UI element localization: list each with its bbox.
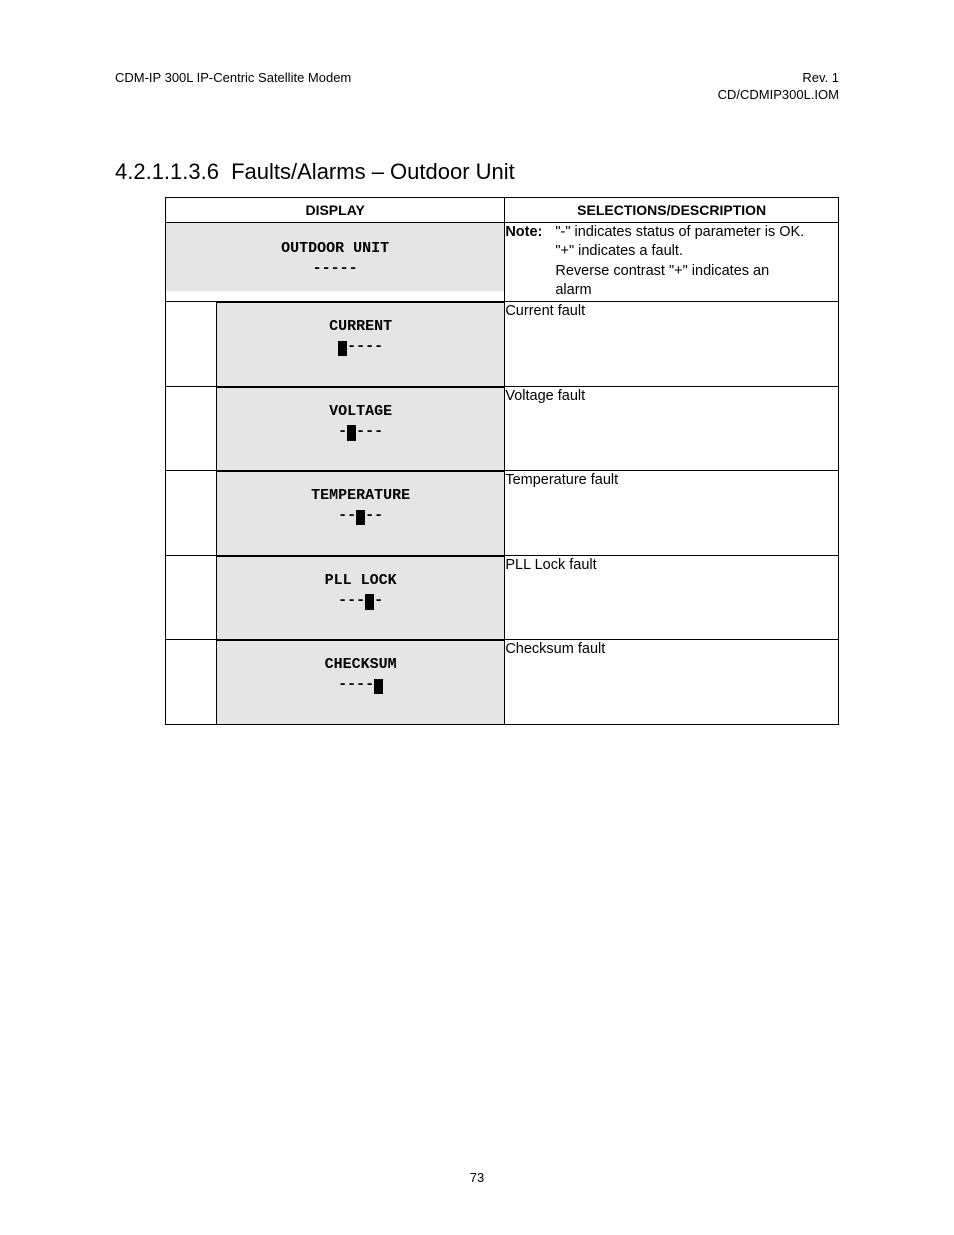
- cursor-icon: [356, 510, 365, 526]
- table-row: CHECKSUM ----: [166, 640, 505, 725]
- indent-spacer: [166, 302, 217, 386]
- desc-cell: Temperature fault: [505, 471, 839, 556]
- table-row: TEMPERATURE ----: [166, 471, 505, 556]
- lcd-display: VOLTAGE ----: [217, 387, 504, 471]
- indent-spacer: [166, 556, 217, 640]
- table-row: CURRENT ----: [166, 302, 505, 387]
- main-desc-cell: Note: "-" indicates status of parameter …: [505, 222, 839, 301]
- lcd-display: TEMPERATURE ----: [217, 471, 504, 555]
- header-rev: Rev. 1: [718, 70, 839, 87]
- table-row: VOLTAGE ----: [166, 386, 505, 471]
- header-left: CDM-IP 300L IP-Centric Satellite Modem: [115, 70, 351, 104]
- main-display-cell: OUTDOOR UNIT -----: [166, 222, 505, 301]
- header-doc: CD/CDMIP300L.IOM: [718, 87, 839, 104]
- lcd-display: CURRENT ----: [217, 302, 504, 386]
- section-title: Faults/Alarms – Outdoor Unit: [231, 159, 515, 184]
- indent-spacer: [166, 471, 217, 555]
- col-header-desc: SELECTIONS/DESCRIPTION: [505, 197, 839, 222]
- indent-spacer: [166, 387, 217, 471]
- desc-cell: Current fault: [505, 302, 839, 387]
- col-header-display: DISPLAY: [166, 197, 505, 222]
- page-number: 73: [0, 1170, 954, 1185]
- note-body: "-" indicates status of parameter is OK.…: [555, 223, 805, 301]
- section-number: 4.2.1.1.3.6: [115, 159, 219, 184]
- note-label: Note:: [505, 223, 551, 243]
- faults-table: DISPLAY SELECTIONS/DESCRIPTION OUTDOOR U…: [165, 197, 839, 725]
- cursor-icon: [374, 679, 383, 695]
- lcd-display: CHECKSUM ----: [217, 640, 504, 724]
- cursor-icon: [347, 425, 356, 441]
- lcd-main: OUTDOOR UNIT -----: [166, 223, 504, 292]
- desc-cell: Voltage fault: [505, 386, 839, 471]
- cursor-icon: [338, 341, 347, 357]
- lcd-display: PLL LOCK ----: [217, 556, 504, 640]
- section-heading: 4.2.1.1.3.6 Faults/Alarms – Outdoor Unit: [115, 159, 839, 185]
- desc-cell: Checksum fault: [505, 640, 839, 725]
- desc-cell: PLL Lock fault: [505, 555, 839, 640]
- page-header: CDM-IP 300L IP-Centric Satellite Modem R…: [115, 70, 839, 104]
- table-row: PLL LOCK ----: [166, 555, 505, 640]
- header-right: Rev. 1 CD/CDMIP300L.IOM: [718, 70, 839, 104]
- cursor-icon: [365, 594, 374, 610]
- indent-spacer: [166, 640, 217, 724]
